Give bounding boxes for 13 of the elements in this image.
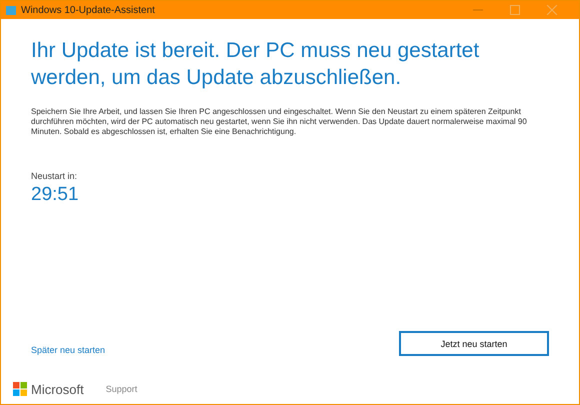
countdown-label: Neustart in: — [31, 171, 78, 181]
app-icon — [6, 6, 16, 14]
window-title: Windows 10-Update-Assistent — [21, 4, 156, 16]
support-link[interactable]: Support — [106, 384, 138, 394]
heading: Ihr Update ist bereit. Der PC muss neu gestartet werden, um das Update abzuschließen. — [31, 38, 480, 91]
description: Speichern Sie Ihre Arbeit, und lassen Sie Ihren PC angeschlossen und eingeschaltet. Wenn Sie den Neustart zu einem späteren Zeitpunkt durchführen möchten, wird der PC automatisch neu gestartet, wenn Sie ihn nicht verwenden. Das Update dauert normalerweise maximal 90 Minuten. Sobald es abgeschlossen ist, erhalten Sie eine Benachrichtigung. — [31, 107, 528, 137]
maximize-icon[interactable] — [510, 5, 520, 15]
countdown-value: 29:51 — [31, 184, 80, 206]
close-icon[interactable] — [547, 5, 557, 15]
later-restart-link[interactable]: Später neu starten — [31, 344, 106, 354]
logo-icon — [13, 382, 27, 396]
restart-now-button[interactable]: Jetzt neu starten — [399, 331, 549, 356]
brand-name: Microsoft — [31, 382, 84, 396]
